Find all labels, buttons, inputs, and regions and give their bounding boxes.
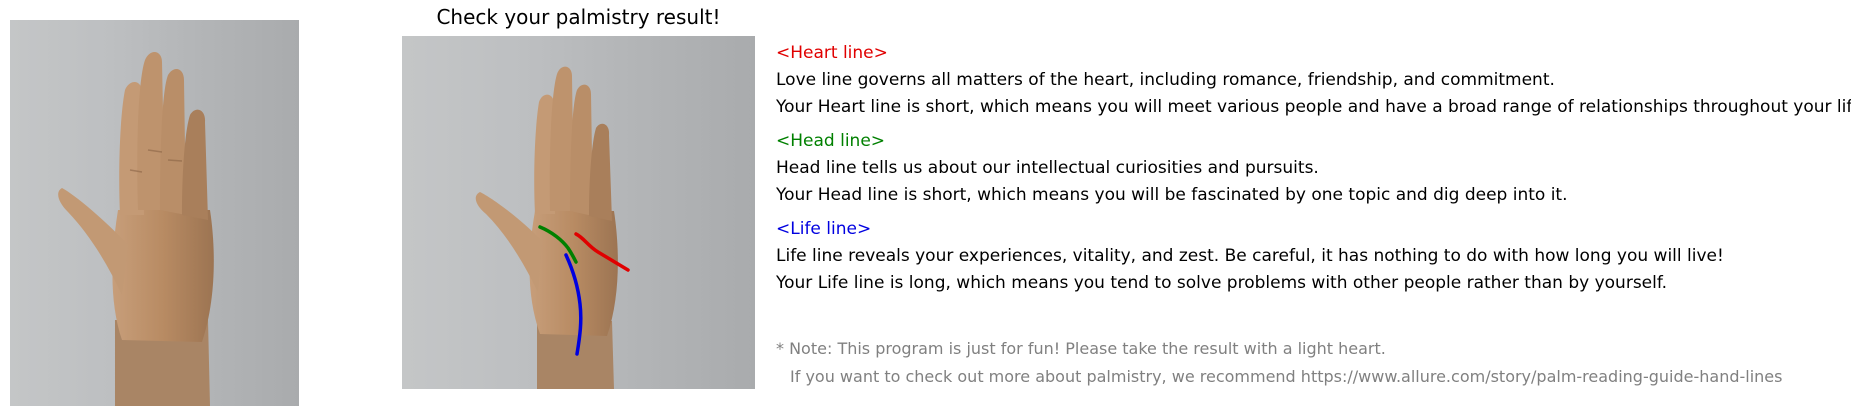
head-line-header: <Head line> <box>776 131 886 151</box>
hand-with-lines-illustration <box>475 66 630 389</box>
heart-line-section: <Heart line> Love line governs all matte… <box>776 40 1851 121</box>
note-line-2: If you want to check out more about palm… <box>790 367 1783 386</box>
disclaimer-note: * Note: This program is just for fun! Pl… <box>776 335 1782 391</box>
palmistry-result-image <box>402 36 755 389</box>
life-line-description: Life line reveals your experiences, vita… <box>776 246 1724 266</box>
heart-line-result: Your Heart line is short, which means yo… <box>776 97 1851 117</box>
note-line-1: * Note: This program is just for fun! Pl… <box>776 339 1386 358</box>
heart-line-header: <Heart line> <box>776 43 888 63</box>
life-line-result: Your Life line is long, which means you … <box>776 273 1668 293</box>
heart-line-description: Love line governs all matters of the hea… <box>776 70 1555 90</box>
life-line-section: <Life line> Life line reveals your exper… <box>776 216 1851 297</box>
life-line-header: <Life line> <box>776 219 872 239</box>
original-hand-image <box>10 20 299 406</box>
head-line-result: Your Head line is short, which means you… <box>776 185 1568 205</box>
palmistry-result-text: <Heart line> Love line governs all matte… <box>776 40 1851 304</box>
page-title: Check your palmistry result! <box>436 5 721 29</box>
head-line-description: Head line tells us about our intellectua… <box>776 158 1319 178</box>
head-line-section: <Head line> Head line tells us about our… <box>776 128 1851 209</box>
hand-illustration <box>58 51 214 406</box>
